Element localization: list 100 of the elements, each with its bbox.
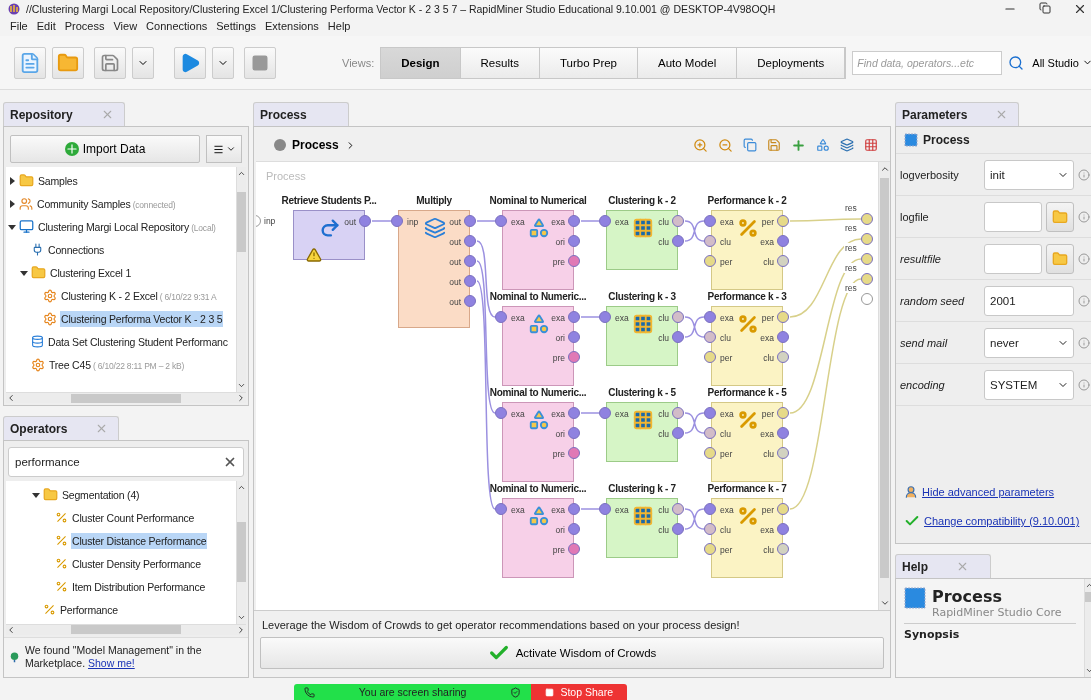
result-port[interactable] xyxy=(861,293,873,305)
port[interactable] xyxy=(704,427,716,439)
zoom-out-icon[interactable] xyxy=(718,137,733,153)
operator-node[interactable]: exa clu clu xyxy=(606,498,678,558)
save-icon[interactable] xyxy=(767,138,781,152)
breadcrumb[interactable]: Process xyxy=(274,138,356,152)
view-tab[interactable]: Turbo Prep xyxy=(539,47,638,78)
new-button[interactable] xyxy=(14,46,46,79)
port[interactable] xyxy=(495,503,507,515)
panel-tab[interactable]: Help xyxy=(895,554,991,578)
result-port[interactable] xyxy=(861,273,873,285)
tree-item[interactable]: Community Samples (connected) xyxy=(36,195,177,212)
port[interactable] xyxy=(704,503,716,515)
add-icon[interactable] xyxy=(791,137,806,153)
operator-node[interactable]: exa clu clu xyxy=(606,402,678,462)
file-field[interactable] xyxy=(984,243,1042,274)
port[interactable] xyxy=(704,331,716,343)
scrollbar-thumb[interactable] xyxy=(71,625,181,635)
scroll-up-icon[interactable] xyxy=(237,169,246,178)
scroll-down-icon[interactable] xyxy=(879,598,890,608)
operator-node[interactable]: exa exa ori pre xyxy=(502,306,574,386)
expanded-caret-icon[interactable] xyxy=(8,222,16,231)
info-icon[interactable] xyxy=(1078,210,1090,223)
tree-item[interactable]: Clustering K - 2 Excel ( 6/10/22 9:31 A xyxy=(60,287,218,304)
panel-tab[interactable]: Process xyxy=(253,102,349,126)
info-icon[interactable] xyxy=(1078,252,1090,265)
tree-item[interactable]: Item Distribution Performance xyxy=(71,578,207,595)
tree-item[interactable]: Tree C45 ( 6/10/22 8:11 PM – 2 kB) xyxy=(48,356,186,373)
port[interactable] xyxy=(495,215,507,227)
expanded-caret-icon[interactable] xyxy=(20,268,28,277)
operator-node[interactable]: exa exa ori pre xyxy=(502,402,574,482)
port[interactable] xyxy=(704,407,716,419)
operator-node[interactable]: inp out out out out out xyxy=(398,210,470,328)
panel-tab[interactable]: Operators xyxy=(3,416,120,440)
view-tab[interactable]: Auto Model xyxy=(638,47,738,78)
result-port[interactable] xyxy=(861,233,873,245)
run-button[interactable] xyxy=(174,46,206,79)
tree-item[interactable]: Clustering Margi Local Repository (Local) xyxy=(37,218,217,235)
port[interactable] xyxy=(599,215,611,227)
scrollbar-thumb[interactable] xyxy=(237,522,246,582)
port[interactable] xyxy=(704,215,716,227)
port[interactable] xyxy=(391,215,403,227)
tree-item[interactable]: Data Set Clustering Student Performanc xyxy=(47,333,229,350)
port[interactable] xyxy=(704,543,716,555)
port[interactable] xyxy=(704,351,716,363)
port[interactable] xyxy=(495,311,507,323)
open-button[interactable] xyxy=(52,46,84,79)
search-field[interactable]: performance xyxy=(8,447,244,477)
dropdown[interactable]: never xyxy=(984,327,1074,358)
parameter-link[interactable]: Hide advanced parameters xyxy=(922,486,1055,498)
horizontal-scrollbar[interactable] xyxy=(6,623,246,635)
port[interactable] xyxy=(599,311,611,323)
dropdown[interactable]: init xyxy=(984,159,1074,190)
collapsed-caret-icon[interactable] xyxy=(8,176,16,185)
menu-item[interactable]: Extensions xyxy=(265,20,319,32)
port[interactable] xyxy=(704,523,716,535)
scrollbar-thumb[interactable] xyxy=(71,393,181,403)
tree-item[interactable]: Clustering Excel 1 xyxy=(49,264,133,281)
tree-item[interactable]: Segmentation (4) xyxy=(61,486,141,503)
zoom-in-icon[interactable] xyxy=(693,137,708,153)
scrollbar-thumb[interactable] xyxy=(237,192,246,252)
port[interactable] xyxy=(704,447,716,459)
result-port[interactable] xyxy=(861,253,873,265)
view-tab[interactable]: Results xyxy=(460,47,540,78)
scroll-left-icon[interactable] xyxy=(6,624,16,635)
port[interactable] xyxy=(599,407,611,419)
shapes-icon[interactable] xyxy=(816,138,830,152)
info-icon[interactable] xyxy=(1078,168,1090,181)
menu-item[interactable]: Connections xyxy=(146,20,208,32)
operator-node[interactable]: exa clu per per exa clu xyxy=(711,402,783,482)
tree-item[interactable]: Clustering Performa Vector K - 2 3 5 xyxy=(60,310,224,327)
copy-icon[interactable] xyxy=(743,138,757,152)
vertical-scrollbar[interactable] xyxy=(236,481,246,624)
file-field[interactable] xyxy=(984,201,1042,232)
port[interactable] xyxy=(704,255,716,267)
port[interactable] xyxy=(599,503,611,515)
menu-item[interactable]: File xyxy=(10,20,28,32)
panel-tab[interactable]: Repository xyxy=(3,102,125,126)
tree-item[interactable]: Cluster Distance Performance xyxy=(71,532,208,549)
menu-item[interactable]: Process xyxy=(64,20,105,32)
grid-icon[interactable] xyxy=(864,138,878,152)
import-data-button[interactable]: Import Data xyxy=(10,135,200,163)
port[interactable] xyxy=(495,407,507,419)
horizontal-scrollbar[interactable] xyxy=(6,392,246,403)
scroll-down-icon[interactable] xyxy=(237,381,246,390)
view-tab[interactable]: Deployments xyxy=(737,47,846,78)
save-button[interactable] xyxy=(94,46,126,79)
tree-item[interactable]: Cluster Count Performance xyxy=(71,509,196,526)
scope-dropdown[interactable]: All Studio xyxy=(1030,56,1091,69)
operator-node[interactable]: exa clu clu xyxy=(606,210,678,270)
dropdown[interactable]: SYSTEM xyxy=(984,369,1074,400)
scroll-up-icon[interactable] xyxy=(879,164,890,174)
scroll-right-icon[interactable] xyxy=(236,393,246,403)
restore-icon[interactable] xyxy=(1038,2,1051,14)
operator-node[interactable]: out xyxy=(293,210,365,260)
stop-button[interactable] xyxy=(244,46,276,79)
collapsed-caret-icon[interactable] xyxy=(8,199,16,208)
scroll-right-icon[interactable] xyxy=(236,624,246,635)
info-icon[interactable] xyxy=(1078,336,1090,349)
port[interactable] xyxy=(704,311,716,323)
